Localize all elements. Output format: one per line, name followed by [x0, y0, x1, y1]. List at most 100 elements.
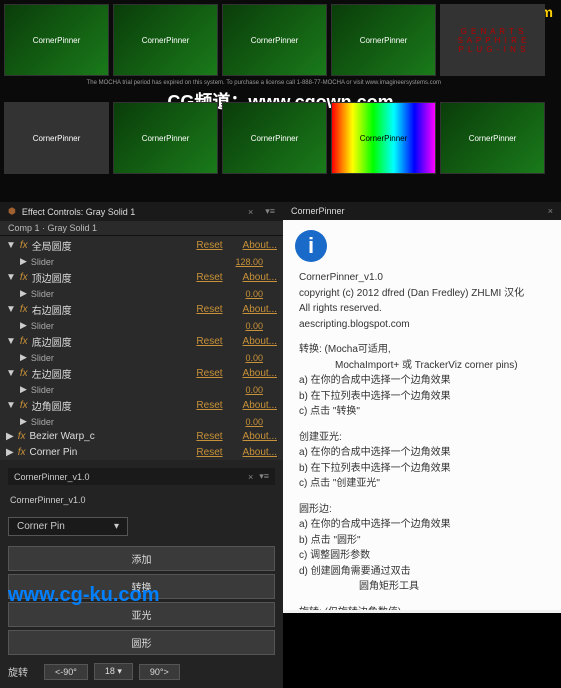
close-icon[interactable]: × — [248, 207, 253, 217]
reset-link[interactable]: Reset — [196, 240, 222, 251]
fx-row[interactable]: ▼ fx 右边圆度Reset About... — [0, 300, 283, 319]
section-round: 圆形边: a) 在你的合成中选择一个边角效果 b) 点击 "圆形" c) 调整圆… — [299, 502, 549, 595]
reset-link[interactable]: Reset — [196, 431, 222, 442]
slider-value[interactable]: 0.00 — [245, 385, 263, 395]
fx-row[interactable]: ▼ fx 全局圆度Reset About... — [0, 236, 283, 255]
reset-link[interactable]: Reset — [196, 304, 222, 315]
close-icon[interactable]: × — [548, 206, 553, 216]
slider-label: Slider — [31, 257, 236, 267]
reset-link[interactable]: Reset — [196, 368, 222, 379]
about-link[interactable]: About... — [243, 368, 277, 379]
fx-row[interactable]: ▼fx边角圆度ResetAbout... — [0, 396, 283, 415]
reset-link[interactable]: Reset — [196, 447, 222, 458]
slider-value[interactable]: 128.00 — [235, 257, 263, 267]
tri-right-icon[interactable]: ▶ — [6, 431, 14, 442]
panel-menu-icon[interactable]: ▾≡ — [265, 206, 275, 217]
tri-down-icon[interactable]: ▼ — [6, 272, 16, 283]
slider-row: ▶Slider0.00 — [0, 415, 283, 428]
tri-down-icon[interactable]: ▼ — [6, 368, 16, 379]
sec-line: c) 点击 "创建亚光" — [299, 476, 549, 492]
slider-value[interactable]: 0.00 — [245, 321, 263, 331]
slider-row: ▶ Slider128.00 — [0, 255, 283, 268]
fx-name: 右边圆度 — [32, 302, 197, 317]
sec-line: c) 调整圆形参数 — [299, 548, 549, 564]
tri-down-icon[interactable]: ▼ — [6, 400, 16, 411]
about-dialog: CornerPinner × i CornerPinner_v1.0 copyr… — [283, 202, 561, 613]
fx-icon: fx — [18, 431, 26, 442]
about-link[interactable]: About... — [243, 240, 277, 251]
slider-value[interactable]: 0.00 — [245, 353, 263, 363]
slider-label: Slider — [31, 289, 246, 299]
rotate-neg90-button[interactable]: <-90° — [44, 664, 88, 680]
sec-line: b) 点击 "圆形" — [299, 533, 549, 549]
round-button[interactable]: 圆形 — [8, 630, 275, 655]
thumb: CornerPinner — [4, 102, 109, 174]
rotate-pos90-button[interactable]: 90°> — [139, 664, 180, 680]
info-icon: i — [295, 230, 327, 262]
reset-link[interactable]: Reset — [196, 400, 222, 411]
ec-icon: ⬢ — [8, 206, 16, 217]
reset-link[interactable]: Reset — [196, 336, 222, 347]
slider-row: ▶Slider0.00 — [0, 319, 283, 332]
fx-row[interactable]: ▼fx左边圆度ResetAbout... — [0, 364, 283, 383]
ec-tab-title[interactable]: Effect Controls: Gray Solid 1 — [22, 207, 135, 217]
dialog-copy: CornerPinner_v1.0 copyright (c) 2012 dfr… — [299, 270, 549, 610]
tri-right-icon[interactable]: ▶ — [20, 416, 27, 427]
slider-row: ▶Slider0.00 — [0, 351, 283, 364]
thumb-label: CornerPinner — [469, 134, 517, 143]
thumb-row-top: CornerPinner CornerPinner CornerPinner C… — [0, 0, 561, 80]
sec-line: b) 在下拉列表中选择一个边角效果 — [299, 461, 549, 477]
thumb-label: CornerPinner — [360, 36, 408, 45]
tri-right-icon[interactable]: ▶ — [20, 352, 27, 363]
cp-title: CornerPinner_v1.0 — [8, 491, 275, 513]
tri-right-icon[interactable]: ▶ — [6, 447, 14, 458]
thumb-label: CornerPinner — [251, 134, 299, 143]
tri-down-icon[interactable]: ▼ — [6, 304, 16, 315]
fx-icon: fx — [20, 304, 28, 315]
sec-line: a) 在你的合成中选择一个边角效果 — [299, 373, 549, 389]
about-link[interactable]: About... — [243, 447, 277, 458]
section-convert: 转换: (Mocha可适用, MochaImport+ 或 TrackerViz… — [299, 342, 549, 420]
reset-link[interactable]: Reset — [196, 272, 222, 283]
close-icon[interactable]: × — [248, 472, 253, 482]
section-rotate: 旋转: (仅旋转边角数值) a) 在你的合成中选择一个边角效果 b) 单击你想要… — [299, 605, 549, 611]
thumb-label: CornerPinner — [251, 36, 299, 45]
about-link[interactable]: About... — [243, 431, 277, 442]
thumb: CornerPinner — [4, 4, 109, 76]
fx-row[interactable]: ▼fx顶边圆度ResetAbout... — [0, 268, 283, 287]
about-link[interactable]: About... — [243, 336, 277, 347]
sec-title: 转换: (Mocha可适用, — [299, 342, 549, 358]
thumb-genarts: G E N A R T S S A P P H I R E P L U G - … — [440, 4, 545, 76]
rotate-label: 旋转 — [8, 664, 28, 679]
fx-name: 全局圆度 — [32, 238, 197, 253]
genarts-text: G E N A R T S S A P P H I R E P L U G - … — [458, 27, 528, 54]
cornerpin-dropdown[interactable]: Corner Pin ▾ — [8, 517, 128, 536]
thumb: CornerPinner — [113, 4, 218, 76]
fx-icon: fx — [20, 240, 28, 251]
left-column: ⬢ Effect Controls: Gray Solid 1 × ▾≡ Com… — [0, 202, 283, 613]
panel-menu-icon[interactable]: ▾≡ — [259, 471, 269, 482]
fx-row[interactable]: ▶fxCorner PinResetAbout... — [0, 444, 283, 460]
rotate-180-button[interactable]: 18 ▾ — [94, 663, 133, 680]
tri-right-icon[interactable]: ▶ — [20, 256, 27, 267]
tri-down-icon[interactable]: ▼ — [6, 240, 16, 251]
copyright-line: copyright (c) 2012 dfred (Dan Fredley) Z… — [299, 286, 549, 302]
add-button[interactable]: 添加 — [8, 546, 275, 571]
about-link[interactable]: About... — [243, 400, 277, 411]
fx-name: 左边圆度 — [32, 366, 197, 381]
cornerpinner-panel: CornerPinner_v1.0 × ▾≡ CornerPinner_v1.0… — [0, 460, 283, 688]
about-link[interactable]: About... — [243, 272, 277, 283]
slider-value[interactable]: 0.00 — [245, 417, 263, 427]
slider-row: ▶ Slider0.00 — [0, 287, 283, 300]
about-link[interactable]: About... — [243, 304, 277, 315]
fx-row[interactable]: ▼fx底边圆度ResetAbout... — [0, 332, 283, 351]
slider-value[interactable]: 0.00 — [245, 289, 263, 299]
tri-right-icon[interactable]: ▶ — [20, 384, 27, 395]
sec-line: b) 在下拉列表中选择一个边角效果 — [299, 389, 549, 405]
lower-area: ⬢ Effect Controls: Gray Solid 1 × ▾≡ Com… — [0, 202, 561, 613]
tri-right-icon[interactable]: ▶ — [20, 288, 27, 299]
chevron-down-icon: ▾ — [114, 521, 119, 532]
tri-down-icon[interactable]: ▼ — [6, 336, 16, 347]
fx-row[interactable]: ▶fxBezier Warp_cResetAbout... — [0, 428, 283, 444]
tri-right-icon[interactable]: ▶ — [20, 320, 27, 331]
